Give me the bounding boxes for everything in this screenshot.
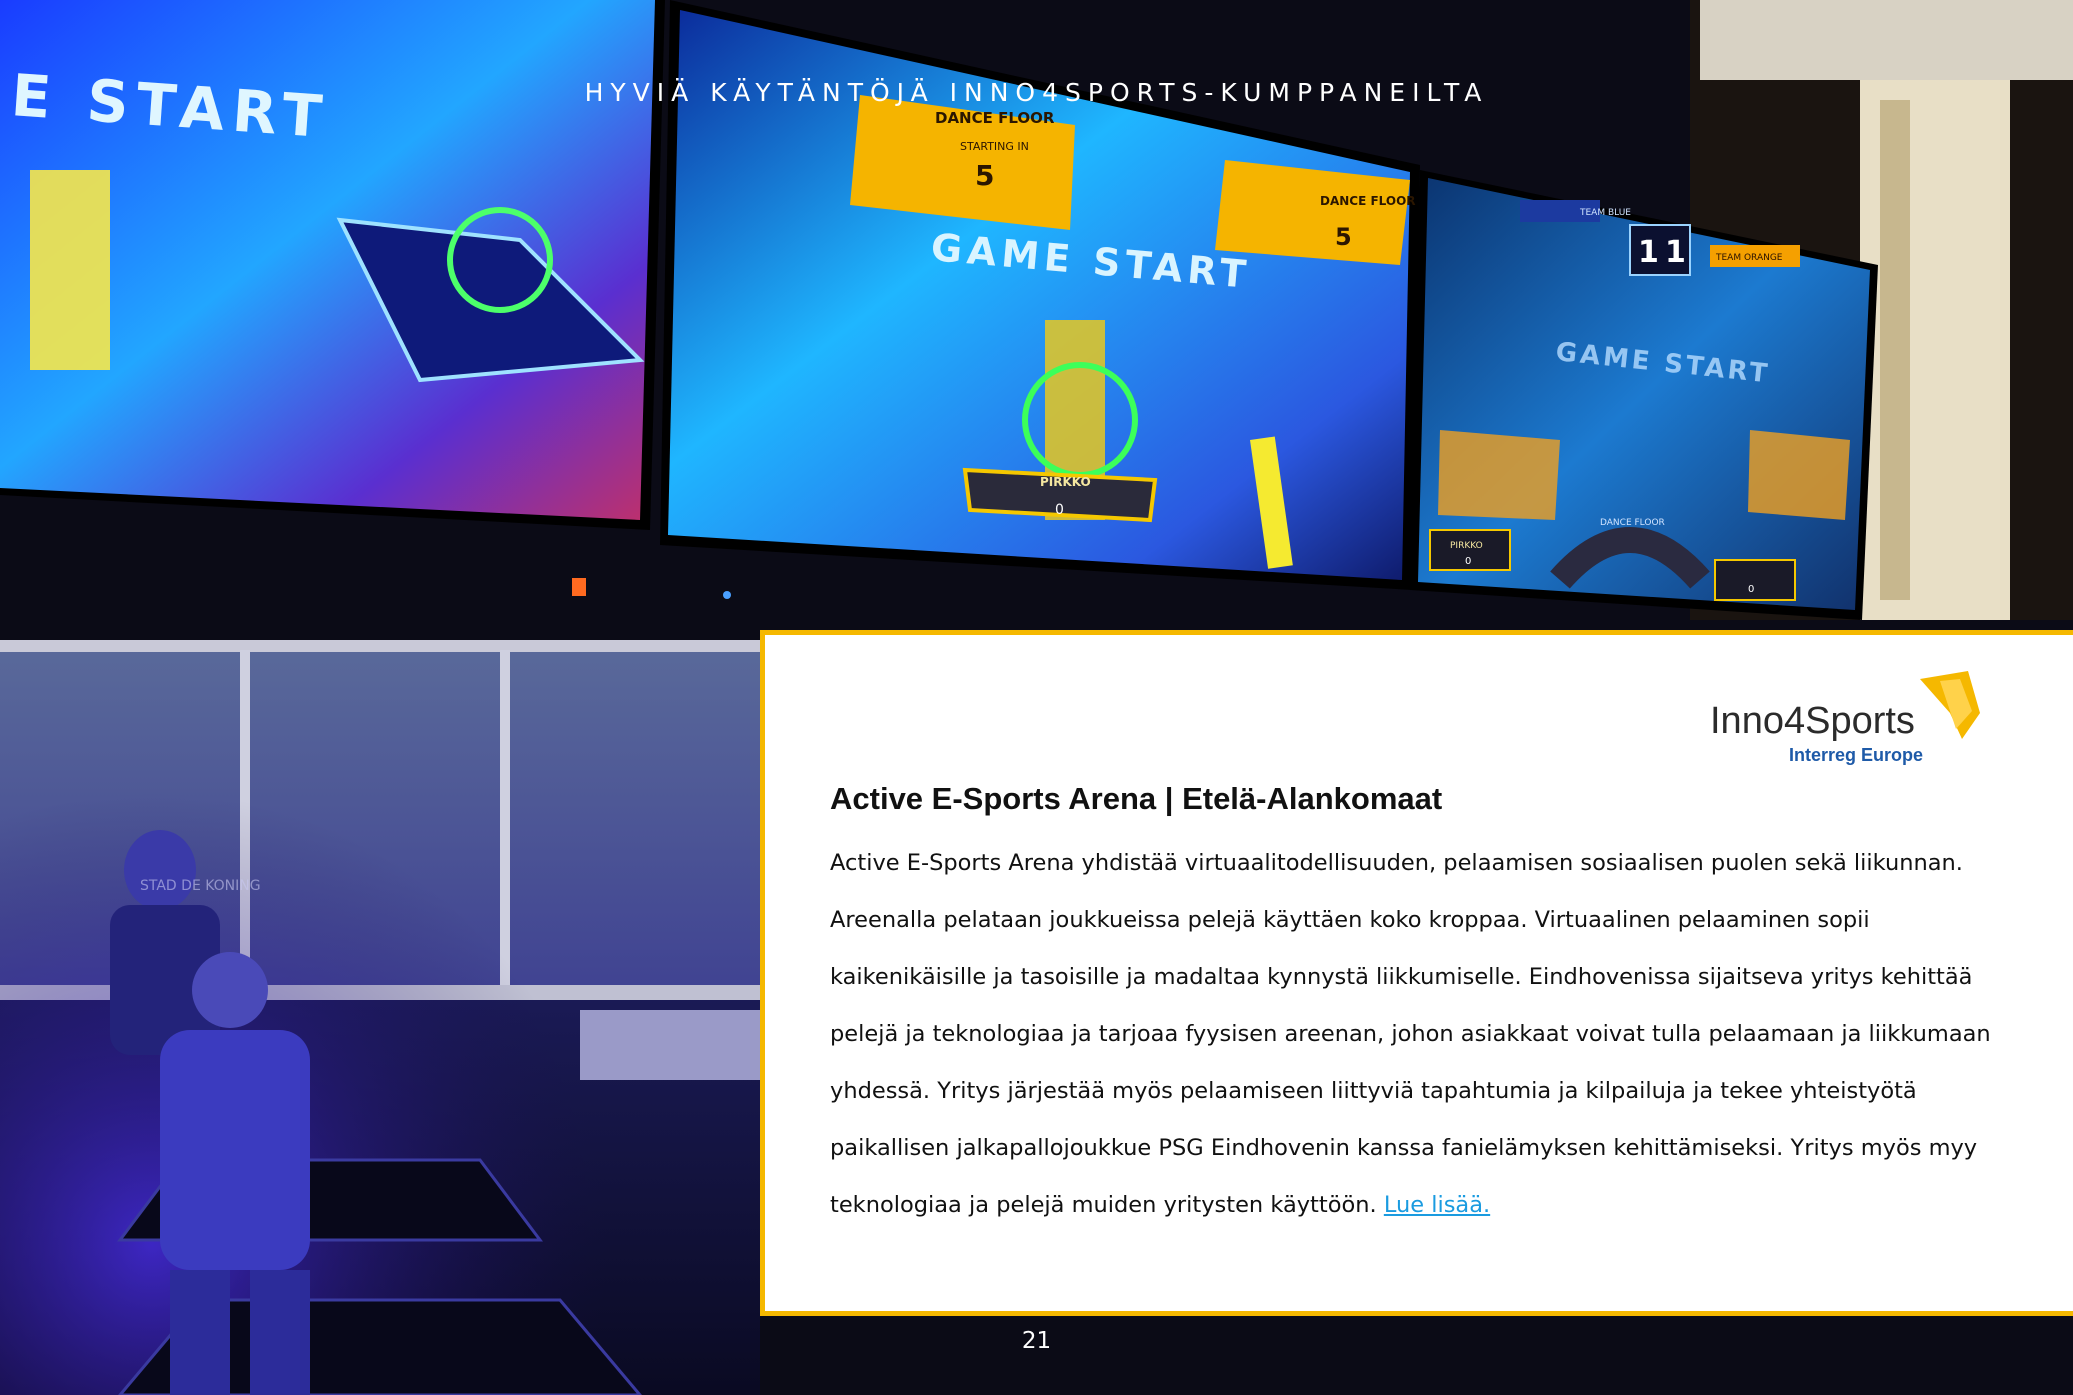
center-panel-count: 5: [975, 159, 994, 192]
body-line: Active E-Sports Arena yhdistää virtuaali…: [830, 850, 1963, 876]
content-card: Inno4Sports Interreg Europe Active E-Spo…: [760, 630, 2073, 1316]
body-line-last: teknologiaa ja pelejä muiden yritysten k…: [830, 1177, 2055, 1234]
read-more-link[interactable]: Lue lisää.: [1384, 1192, 1490, 1218]
body-line: paikallisen jalkapallojoukkue PSG Eindho…: [830, 1135, 1978, 1161]
window-sign: STAD DE KONING: [140, 878, 261, 894]
page-number: 21: [1021, 1328, 1052, 1354]
article-title: Active E-Sports Arena | Etelä-Alankomaat: [830, 781, 1443, 816]
right-player-score-2: 0: [1748, 584, 1754, 595]
center-panel-sub: STARTING IN: [960, 140, 1029, 153]
body-line: Areenalla pelataan joukkueissa pelejä kä…: [830, 907, 1870, 933]
right-panel-title: DANCE FLOOR: [1320, 194, 1416, 208]
team-left-label: TEAM BLUE: [1579, 208, 1631, 218]
center-panel-title: DANCE FLOOR: [935, 109, 1055, 127]
right-player-score: 0: [1465, 556, 1471, 567]
scoreboard-left: 1: [1638, 235, 1659, 270]
page-header: HYVIÄ KÄYTÄNTÖJÄ INNO4SPORTS-KUMPPANEILT…: [584, 78, 1489, 107]
logo-name: Inno4Sports: [1710, 700, 1915, 742]
team-right-label: TEAM ORANGE: [1715, 253, 1783, 263]
player-score: 0: [1055, 502, 1064, 518]
right-player-name: PIRKKO: [1450, 541, 1483, 551]
body-last-text: teknologiaa ja pelejä muiden yritysten k…: [830, 1192, 1384, 1218]
right-panel-count: 5: [1335, 223, 1352, 251]
body-line: pelejä ja teknologiaa ja tarjoaa fyysise…: [830, 1021, 1991, 1047]
logo-sub: Interreg Europe: [1789, 745, 1923, 765]
right-floor-label: DANCE FLOOR: [1600, 518, 1665, 528]
body-line: yhdessä. Yritys järjestää myös pelaamise…: [830, 1078, 1917, 1104]
scoreboard-right: 1: [1665, 235, 1686, 270]
body-line: kaikenikäisille ja tasoisille ja madalta…: [830, 964, 1973, 990]
article-body: Active E-Sports Arena yhdistää virtuaali…: [830, 835, 2055, 1234]
inno4sports-logo: Inno4Sports Interreg Europe: [1710, 671, 1980, 765]
player-name: PIRKKO: [1040, 475, 1091, 489]
